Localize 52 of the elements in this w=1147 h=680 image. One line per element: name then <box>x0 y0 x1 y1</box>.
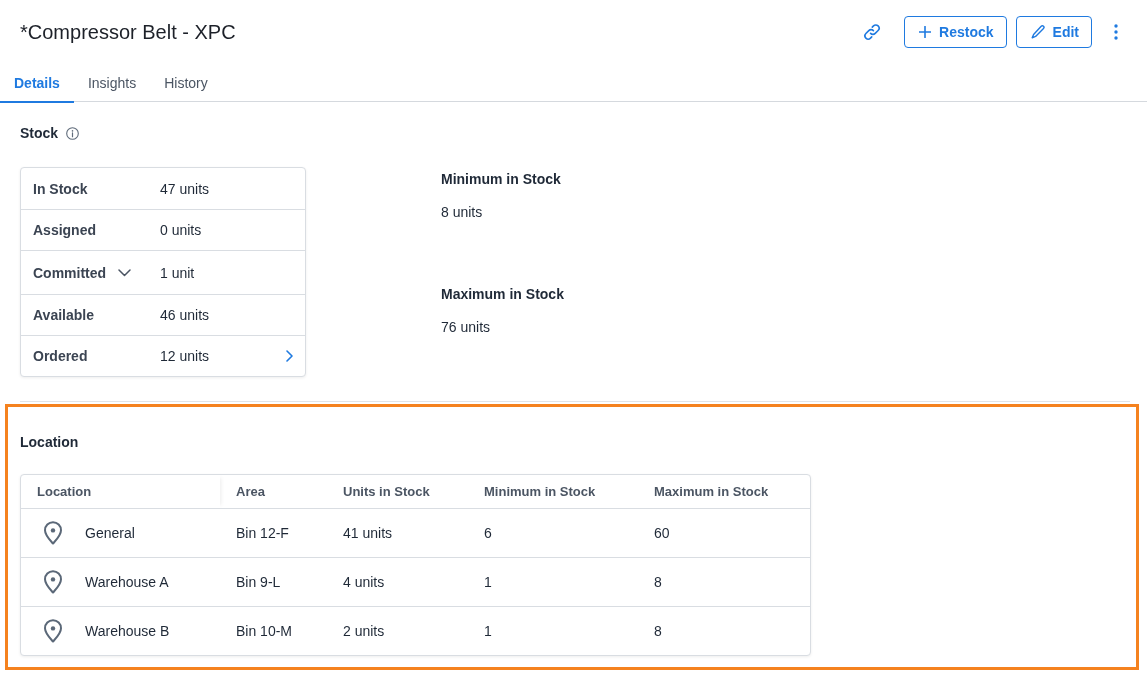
tab[interactable]: Insights <box>73 64 151 103</box>
stock-label: In Stock <box>33 180 88 197</box>
table-cell-text: Bin 10-M <box>235 623 293 639</box>
table-cell-text: Bin 12-F <box>235 525 289 541</box>
stock-label: Ordered <box>33 348 88 364</box>
section-heading: Location <box>20 433 79 452</box>
table-cell-text: 8 <box>653 574 662 590</box>
edit-button[interactable]: Edit <box>1015 16 1092 48</box>
stock-value: 12 units <box>160 348 210 364</box>
pencil-icon <box>1030 25 1045 39</box>
stock-value: 1 unit <box>160 264 195 281</box>
tab[interactable]: Details <box>0 64 74 103</box>
column-header: Area <box>235 483 266 501</box>
column-header: Location <box>21 475 220 508</box>
link-icon[interactable] <box>863 23 882 41</box>
table-cell: Warehouse B <box>85 623 170 639</box>
stock-label: Available <box>33 307 94 323</box>
column-header: Maximum in Stock <box>653 483 770 501</box>
field-value: 8 units <box>441 203 484 222</box>
tab[interactable]: History <box>150 64 222 103</box>
stock-value: 46 units <box>160 307 210 323</box>
stock-value: 47 units <box>160 180 210 197</box>
chevron-down-icon[interactable] <box>118 268 132 277</box>
info-icon[interactable] <box>66 126 80 140</box>
map-pin-icon <box>43 570 63 594</box>
column-header: Minimum in Stock <box>483 483 597 501</box>
chevron-right-icon[interactable] <box>286 350 293 362</box>
table-cell: Warehouse A <box>85 574 169 590</box>
map-pin-icon <box>43 521 63 545</box>
stock-label: Committed <box>33 264 107 281</box>
table-cell-text: 1 <box>483 574 492 590</box>
more-menu-icon[interactable] <box>1114 24 1118 40</box>
page-title: *Compressor Belt - XPC <box>20 20 237 44</box>
table-cell: General <box>85 525 135 541</box>
table-cell-text: 1 <box>483 623 492 639</box>
field-label: Maximum in Stock <box>441 285 564 304</box>
table-cell-text: 8 <box>653 623 662 639</box>
field-value: 76 units <box>441 318 492 337</box>
section-heading: Stock <box>20 124 59 143</box>
table-cell-text: 60 <box>653 525 670 541</box>
table-cell-text: 6 <box>483 525 492 541</box>
column-header: Units in Stock <box>342 483 431 501</box>
field-label: Minimum in Stock <box>441 170 562 189</box>
stock-value: 0 units <box>160 222 202 238</box>
table-cell-text: Bin 9-L <box>235 574 281 590</box>
table-cell-text: 41 units <box>342 525 393 541</box>
table-cell-text: 2 units <box>342 623 385 639</box>
plus-icon <box>919 26 932 38</box>
restock-button[interactable]: Restock <box>904 16 1007 48</box>
stock-label: Assigned <box>33 222 96 238</box>
table-cell-text: 4 units <box>342 574 385 590</box>
map-pin-icon <box>43 619 63 643</box>
